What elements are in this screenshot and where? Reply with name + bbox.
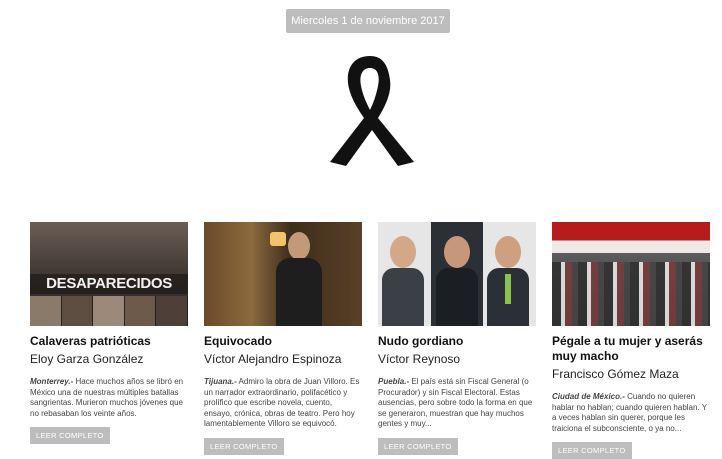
- article-title[interactable]: Calaveras patrióticas: [30, 334, 188, 349]
- article-location: Ciudad de México.-: [552, 392, 625, 401]
- image-banner-text: DESAPARECIDOS: [30, 274, 188, 294]
- article-excerpt: Ciudad de México.- Cuando no quieren hab…: [552, 392, 710, 434]
- read-more-button[interactable]: LEER COMPLETO: [378, 437, 458, 455]
- article-location: Tijuana.-: [204, 377, 237, 386]
- article-card: Equivocado Víctor Alejandro Espinoza Tij…: [204, 222, 362, 455]
- article-author: Víctor Alejandro Espinoza: [204, 352, 342, 366]
- person-body: [276, 258, 322, 326]
- article-excerpt: Monterrey.- Hace muchos años se libró en…: [30, 377, 188, 419]
- portrait-right: [483, 222, 536, 326]
- article-image[interactable]: [552, 222, 710, 326]
- article-excerpt: Puebla.- El país está sin Fiscal General…: [378, 377, 536, 430]
- read-more-button[interactable]: LEER COMPLETO: [552, 442, 632, 459]
- article-author: Francisco Gómez Maza: [552, 367, 679, 381]
- person-head: [288, 232, 310, 260]
- article-image[interactable]: DESAPARECIDOS: [30, 222, 188, 326]
- date-badge: Miercoles 1 de noviembre 2017: [286, 9, 450, 33]
- article-title[interactable]: Nudo gordiano: [378, 334, 536, 349]
- article-author: Eloy Garza González: [30, 352, 144, 366]
- portrait-center: [430, 222, 484, 326]
- article-title[interactable]: Equivocado: [204, 334, 362, 349]
- article-card: Nudo gordiano Víctor Reynoso Puebla.- El…: [378, 222, 536, 455]
- article-location: Monterrey.-: [30, 377, 74, 386]
- read-more-button[interactable]: LEER COMPLETO: [204, 437, 284, 455]
- article-image[interactable]: [378, 222, 536, 326]
- article-excerpt: Tijuana.- Admiro la obra de Juan Villoro…: [204, 377, 362, 430]
- article-card: DESAPARECIDOS Calaveras patrióticas Eloy…: [30, 222, 188, 444]
- read-more-button[interactable]: LEER COMPLETO: [30, 427, 110, 444]
- crowd: [552, 262, 710, 326]
- article-author: Víctor Reynoso: [378, 352, 461, 366]
- article-image[interactable]: [204, 222, 362, 326]
- article-title[interactable]: Pégale a tu mujer y aserás muy macho: [552, 334, 710, 364]
- article-location: Puebla.-: [378, 377, 410, 386]
- lamp-shade: [270, 232, 286, 246]
- portrait-left: [378, 222, 431, 326]
- faces-strip: [30, 296, 188, 326]
- article-card: Pégale a tu mujer y aserás muy macho Fra…: [552, 222, 710, 459]
- mourning-ribbon-icon: [330, 56, 414, 166]
